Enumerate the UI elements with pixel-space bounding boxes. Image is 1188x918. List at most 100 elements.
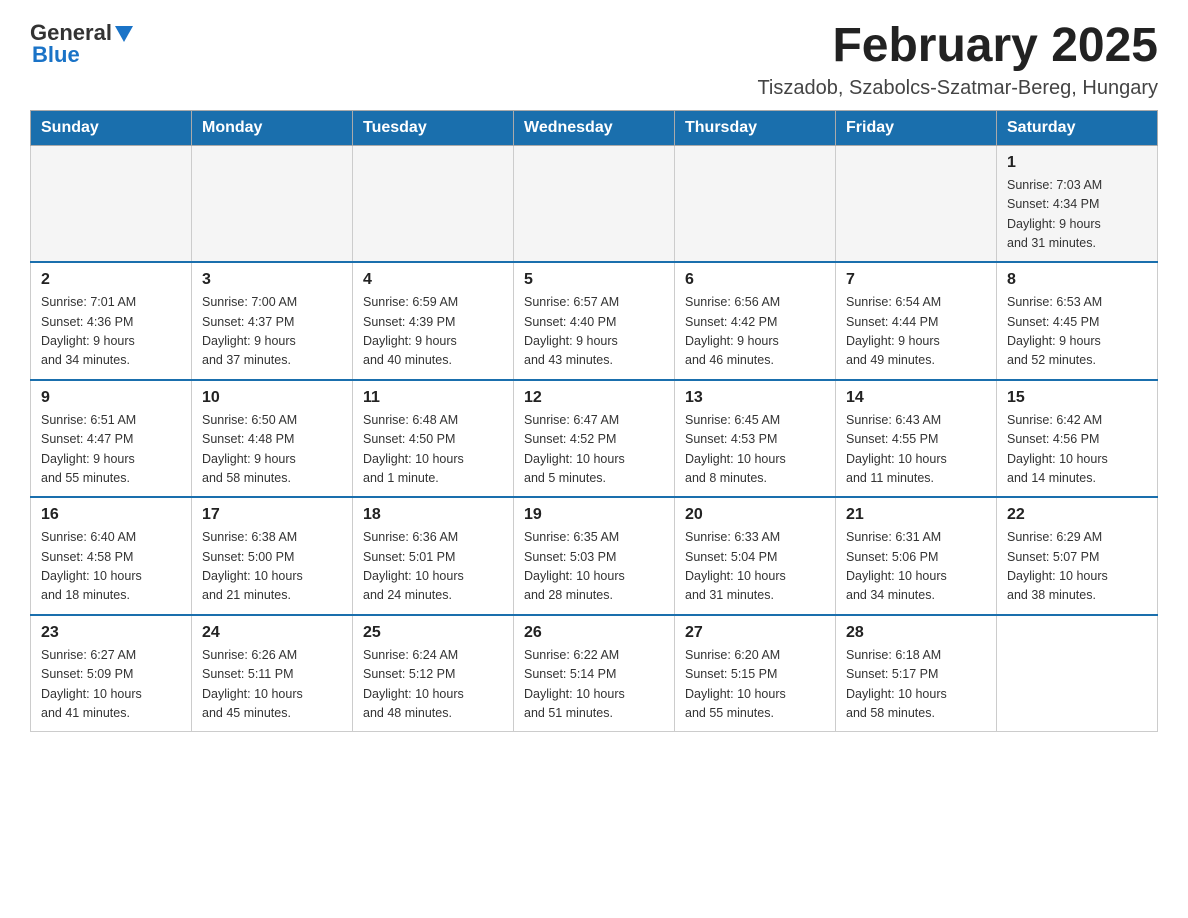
- day-number: 4: [363, 271, 503, 289]
- day-number: 22: [1007, 506, 1147, 524]
- page-subtitle: Tiszadob, Szabolcs-Szatmar-Bereg, Hungar…: [757, 77, 1158, 100]
- day-number: 16: [41, 506, 181, 524]
- day-number: 26: [524, 624, 664, 642]
- day-number: 27: [685, 624, 825, 642]
- day-number: 3: [202, 271, 342, 289]
- day-info: Sunrise: 6:50 AM Sunset: 4:48 PM Dayligh…: [202, 411, 342, 489]
- calendar-cell: 7 Sunrise: 6:54 AM Sunset: 4:44 PM Daylig…: [836, 262, 997, 380]
- day-info: Sunrise: 6:26 AM Sunset: 5:11 PM Dayligh…: [202, 646, 342, 724]
- day-number: 25: [363, 624, 503, 642]
- day-info: Sunrise: 6:57 AM Sunset: 4:40 PM Dayligh…: [524, 293, 664, 371]
- calendar-cell: 10 Sunrise: 6:50 AM Sunset: 4:48 PM Dayli…: [192, 380, 353, 498]
- logo-blue-text: Blue: [32, 42, 80, 68]
- day-info: Sunrise: 6:27 AM Sunset: 5:09 PM Dayligh…: [41, 646, 181, 724]
- day-info: Sunrise: 6:36 AM Sunset: 5:01 PM Dayligh…: [363, 528, 503, 606]
- day-number: 5: [524, 271, 664, 289]
- calendar-cell: 15 Sunrise: 6:42 AM Sunset: 4:56 PM Dayli…: [997, 380, 1158, 498]
- day-info: Sunrise: 6:54 AM Sunset: 4:44 PM Dayligh…: [846, 293, 986, 371]
- calendar-cell: 4 Sunrise: 6:59 AM Sunset: 4:39 PM Daylig…: [353, 262, 514, 380]
- calendar-cell: 23 Sunrise: 6:27 AM Sunset: 5:09 PM Dayli…: [31, 615, 192, 732]
- calendar-cell: 27 Sunrise: 6:20 AM Sunset: 5:15 PM Dayli…: [675, 615, 836, 732]
- calendar-cell: [675, 145, 836, 262]
- calendar-week-4: 16 Sunrise: 6:40 AM Sunset: 4:58 PM Dayli…: [31, 497, 1158, 615]
- day-info: Sunrise: 6:24 AM Sunset: 5:12 PM Dayligh…: [363, 646, 503, 724]
- calendar-table: SundayMondayTuesdayWednesdayThursdayFrid…: [30, 110, 1158, 733]
- day-number: 9: [41, 389, 181, 407]
- calendar-cell: [997, 615, 1158, 732]
- day-info: Sunrise: 6:29 AM Sunset: 5:07 PM Dayligh…: [1007, 528, 1147, 606]
- day-info: Sunrise: 6:56 AM Sunset: 4:42 PM Dayligh…: [685, 293, 825, 371]
- page-title: February 2025: [757, 20, 1158, 73]
- day-number: 2: [41, 271, 181, 289]
- day-number: 6: [685, 271, 825, 289]
- calendar-cell: 20Sunrise: 6:33 AM Sunset: 5:04 PM Dayli…: [675, 497, 836, 615]
- day-info: Sunrise: 6:48 AM Sunset: 4:50 PM Dayligh…: [363, 411, 503, 489]
- day-number: 20: [685, 506, 825, 524]
- day-number: 14: [846, 389, 986, 407]
- logo: General Blue: [30, 20, 133, 68]
- weekday-header-saturday: Saturday: [997, 110, 1158, 145]
- calendar-cell: [514, 145, 675, 262]
- day-info: Sunrise: 6:18 AM Sunset: 5:17 PM Dayligh…: [846, 646, 986, 724]
- calendar-cell: 24 Sunrise: 6:26 AM Sunset: 5:11 PM Dayli…: [192, 615, 353, 732]
- weekday-header-tuesday: Tuesday: [353, 110, 514, 145]
- day-info: Sunrise: 6:40 AM Sunset: 4:58 PM Dayligh…: [41, 528, 181, 606]
- weekday-header-friday: Friday: [836, 110, 997, 145]
- day-number: 15: [1007, 389, 1147, 407]
- calendar-cell: 12 Sunrise: 6:47 AM Sunset: 4:52 PM Dayli…: [514, 380, 675, 498]
- title-block: February 2025 Tiszadob, Szabolcs-Szatmar…: [757, 20, 1158, 100]
- day-number: 11: [363, 389, 503, 407]
- calendar-cell: 26 Sunrise: 6:22 AM Sunset: 5:14 PM Dayli…: [514, 615, 675, 732]
- calendar-cell: [353, 145, 514, 262]
- day-number: 19: [524, 506, 664, 524]
- day-number: 21: [846, 506, 986, 524]
- day-info: Sunrise: 6:20 AM Sunset: 5:15 PM Dayligh…: [685, 646, 825, 724]
- day-number: 1: [1007, 154, 1147, 172]
- day-number: 10: [202, 389, 342, 407]
- day-info: Sunrise: 7:03 AM Sunset: 4:34 PM Dayligh…: [1007, 176, 1147, 254]
- calendar-cell: [836, 145, 997, 262]
- calendar-cell: 14 Sunrise: 6:43 AM Sunset: 4:55 PM Dayli…: [836, 380, 997, 498]
- calendar-cell: 2 Sunrise: 7:01 AM Sunset: 4:36 PM Daylig…: [31, 262, 192, 380]
- calendar-cell: [192, 145, 353, 262]
- calendar-week-2: 2 Sunrise: 7:01 AM Sunset: 4:36 PM Daylig…: [31, 262, 1158, 380]
- weekday-header-monday: Monday: [192, 110, 353, 145]
- calendar-cell: 13Sunrise: 6:45 AM Sunset: 4:53 PM Dayli…: [675, 380, 836, 498]
- weekday-header-thursday: Thursday: [675, 110, 836, 145]
- calendar-cell: 16 Sunrise: 6:40 AM Sunset: 4:58 PM Dayli…: [31, 497, 192, 615]
- calendar-week-1: 1 Sunrise: 7:03 AM Sunset: 4:34 PM Daylig…: [31, 145, 1158, 262]
- day-number: 13: [685, 389, 825, 407]
- day-number: 28: [846, 624, 986, 642]
- weekday-header-sunday: Sunday: [31, 110, 192, 145]
- day-number: 24: [202, 624, 342, 642]
- day-number: 23: [41, 624, 181, 642]
- day-info: Sunrise: 7:01 AM Sunset: 4:36 PM Dayligh…: [41, 293, 181, 371]
- day-info: Sunrise: 7:00 AM Sunset: 4:37 PM Dayligh…: [202, 293, 342, 371]
- page-header: General Blue February 2025 Tiszadob, Sza…: [30, 20, 1158, 100]
- logo-triangle-icon: [115, 26, 133, 42]
- day-info: Sunrise: 6:38 AM Sunset: 5:00 PM Dayligh…: [202, 528, 342, 606]
- day-number: 8: [1007, 271, 1147, 289]
- day-number: 17: [202, 506, 342, 524]
- calendar-cell: 1 Sunrise: 7:03 AM Sunset: 4:34 PM Daylig…: [997, 145, 1158, 262]
- calendar-week-3: 9Sunrise: 6:51 AM Sunset: 4:47 PM Daylig…: [31, 380, 1158, 498]
- day-number: 7: [846, 271, 986, 289]
- calendar-cell: 8 Sunrise: 6:53 AM Sunset: 4:45 PM Daylig…: [997, 262, 1158, 380]
- calendar-cell: 18 Sunrise: 6:36 AM Sunset: 5:01 PM Dayli…: [353, 497, 514, 615]
- calendar-cell: 22 Sunrise: 6:29 AM Sunset: 5:07 PM Dayli…: [997, 497, 1158, 615]
- day-info: Sunrise: 6:47 AM Sunset: 4:52 PM Dayligh…: [524, 411, 664, 489]
- day-info: Sunrise: 6:31 AM Sunset: 5:06 PM Dayligh…: [846, 528, 986, 606]
- calendar-cell: [31, 145, 192, 262]
- day-number: 12: [524, 389, 664, 407]
- day-info: Sunrise: 6:22 AM Sunset: 5:14 PM Dayligh…: [524, 646, 664, 724]
- day-info: Sunrise: 6:53 AM Sunset: 4:45 PM Dayligh…: [1007, 293, 1147, 371]
- calendar-cell: 21 Sunrise: 6:31 AM Sunset: 5:06 PM Dayli…: [836, 497, 997, 615]
- day-info: Sunrise: 6:35 AM Sunset: 5:03 PM Dayligh…: [524, 528, 664, 606]
- weekday-header-wednesday: Wednesday: [514, 110, 675, 145]
- day-info: Sunrise: 6:59 AM Sunset: 4:39 PM Dayligh…: [363, 293, 503, 371]
- day-number: 18: [363, 506, 503, 524]
- calendar-cell: 5 Sunrise: 6:57 AM Sunset: 4:40 PM Daylig…: [514, 262, 675, 380]
- calendar-cell: 17 Sunrise: 6:38 AM Sunset: 5:00 PM Dayli…: [192, 497, 353, 615]
- day-info: Sunrise: 6:43 AM Sunset: 4:55 PM Dayligh…: [846, 411, 986, 489]
- day-info: Sunrise: 6:42 AM Sunset: 4:56 PM Dayligh…: [1007, 411, 1147, 489]
